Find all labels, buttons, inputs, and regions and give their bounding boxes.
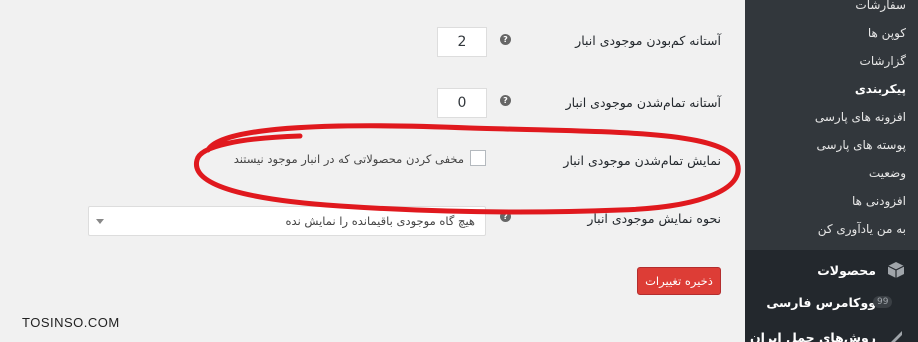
watermark: TOSINSO.COM xyxy=(22,315,120,330)
shipping-icon xyxy=(886,327,906,342)
sidebar-item-label: روش‌های حمل ایران xyxy=(750,329,876,342)
sidebar-item-remind-me[interactable]: به من یادآوری کن xyxy=(818,222,906,236)
sidebar-item-persian-themes[interactable]: پوسته های پارسی xyxy=(816,138,906,152)
sidebar-item-reports[interactable]: گزارشات xyxy=(860,54,906,68)
sidebar-item-products[interactable]: محصولات xyxy=(745,253,918,287)
settings-panel: آستانه کم‌بودن موجودی انبار ? 2 آستانه ت… xyxy=(0,0,745,342)
help-icon[interactable]: ? xyxy=(500,211,511,222)
admin-sidebar: سفارشات کوپن ها گزارشات پیکربندی افزونه … xyxy=(745,0,918,342)
hide-out-of-stock-checkbox[interactable] xyxy=(470,150,486,166)
sidebar-item-status[interactable]: وضعیت xyxy=(869,166,906,180)
chevron-down-icon xyxy=(96,219,104,224)
sidebar-item-label: محصولات xyxy=(817,262,876,278)
stock-format-select[interactable]: هیچ گاه موجودی باقیمانده را نمایش نده xyxy=(88,206,486,236)
save-button[interactable]: ذخیره تغییرات xyxy=(637,267,721,295)
update-count-badge: 99 xyxy=(873,296,893,308)
help-icon[interactable]: ? xyxy=(500,95,511,106)
sidebar-item-label: ووکامرس فارسی xyxy=(766,294,876,310)
low-stock-input[interactable]: 2 xyxy=(437,27,487,57)
sidebar-item-iran-shipping[interactable]: روش‌های حمل ایران xyxy=(745,320,918,342)
stock-format-label: نحوه نمایش موجودی انبار xyxy=(587,211,721,226)
sidebar-item-addons[interactable]: افزودنی ها xyxy=(852,194,906,208)
sidebar-item-woocommerce-persian[interactable]: ووکامرس فارسی xyxy=(745,285,918,319)
out-of-stock-label: آستانه تمام‌شدن موجودی انبار xyxy=(565,95,721,110)
out-of-stock-input[interactable]: 0 xyxy=(437,88,487,118)
help-icon[interactable]: ? xyxy=(500,34,511,45)
stock-format-selected: هیچ گاه موجودی باقیمانده را نمایش نده xyxy=(285,214,475,228)
out-of-stock-visibility-label: نمایش تمام‌شدن موجودی انبار xyxy=(563,153,721,168)
sidebar-item-coupons[interactable]: کوپن ها xyxy=(868,26,906,40)
sidebar-item-orders[interactable]: سفارشات xyxy=(855,0,906,12)
annotation-ellipse xyxy=(194,123,741,215)
sidebar-item-persian-plugins[interactable]: افزونه های پارسی xyxy=(815,110,906,124)
sidebar-item-settings[interactable]: پیکربندی xyxy=(855,82,906,96)
box-icon xyxy=(886,260,906,280)
low-stock-label: آستانه کم‌بودن موجودی انبار xyxy=(575,33,721,48)
hide-out-of-stock-label: مخفی کردن محصولاتی که در انبار موجود نیس… xyxy=(233,152,464,166)
